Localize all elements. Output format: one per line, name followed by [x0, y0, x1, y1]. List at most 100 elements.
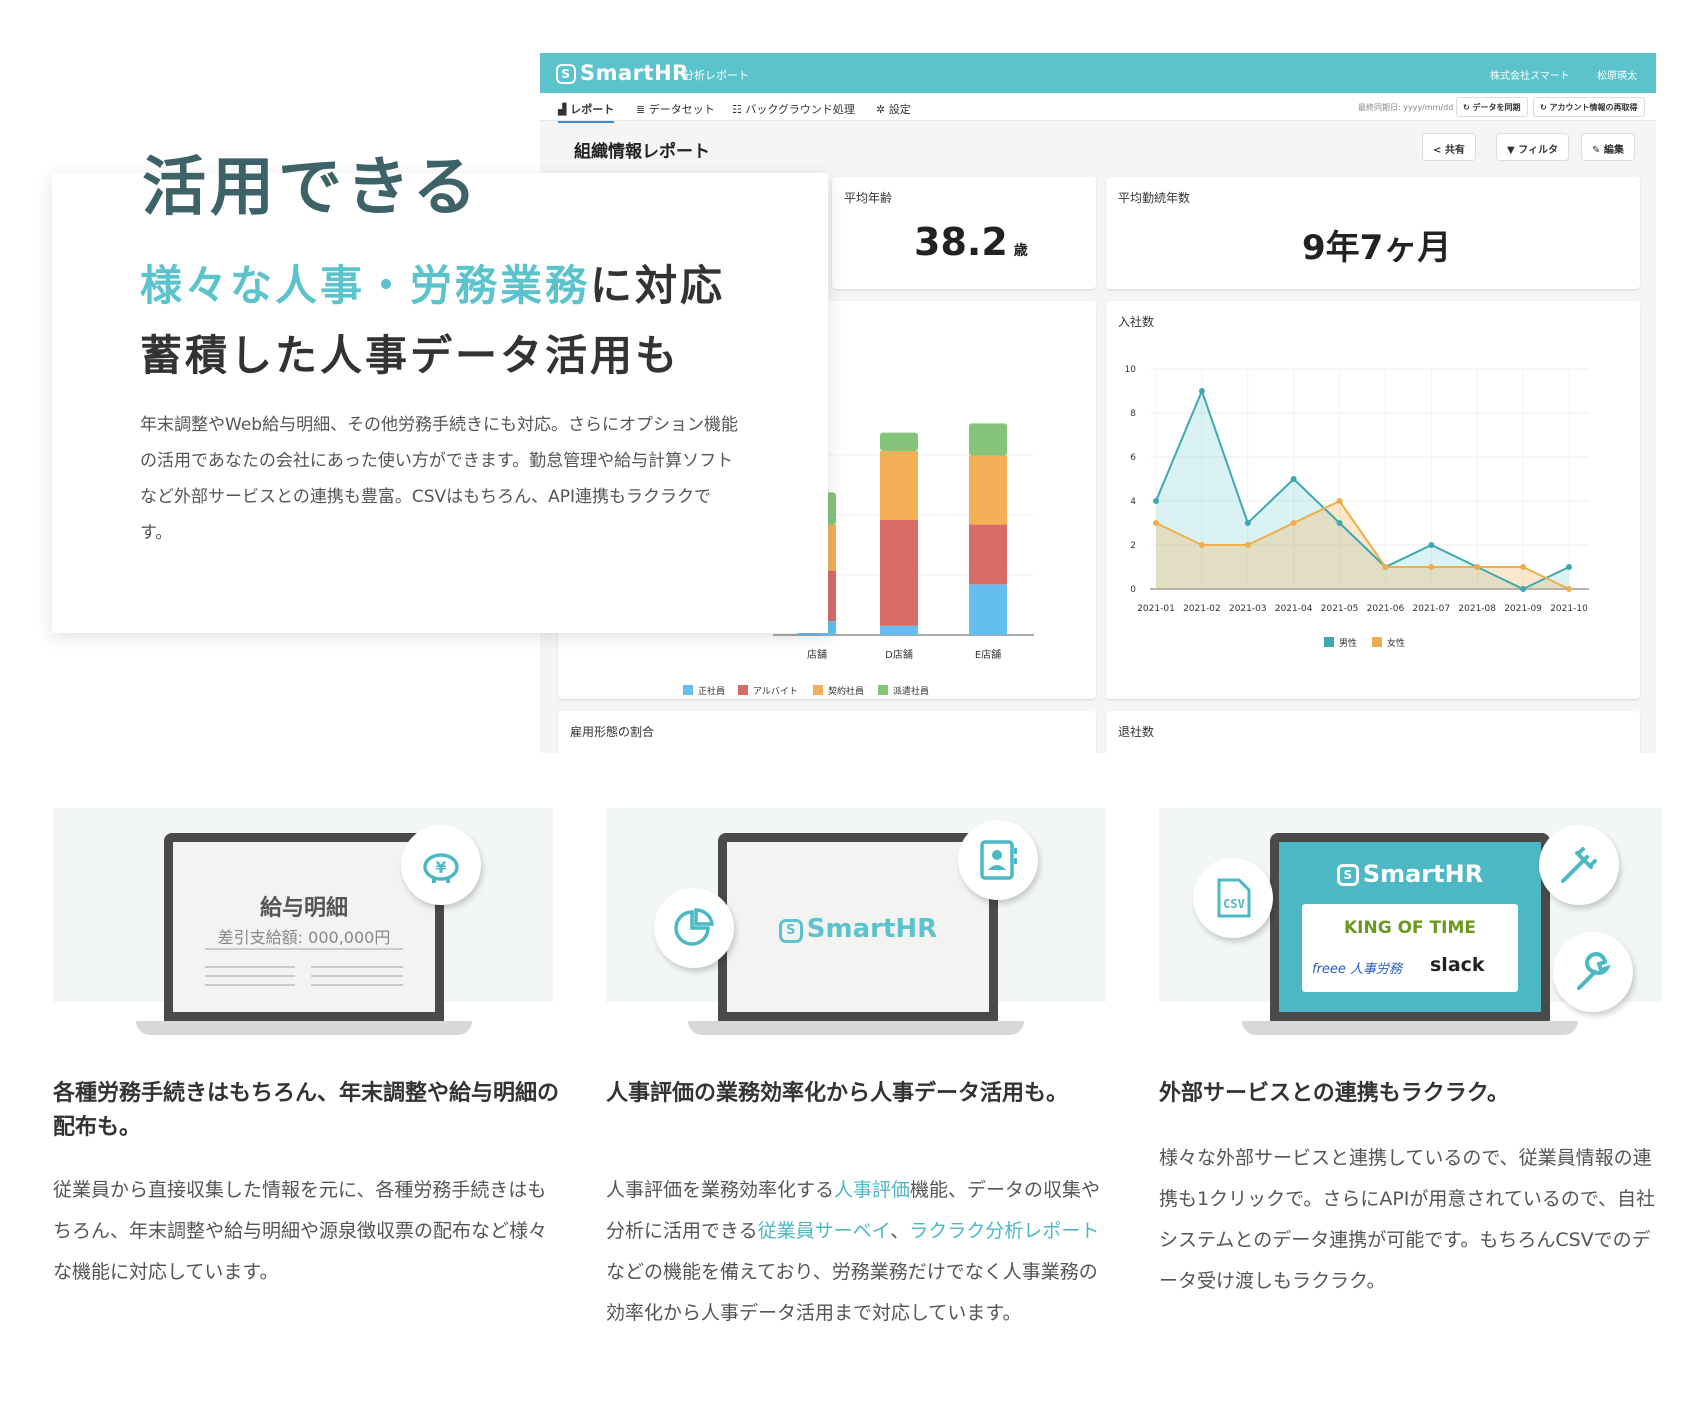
legend-label: 男性: [1339, 637, 1357, 649]
link-analytics-report[interactable]: ラクラク分析レポート: [909, 1220, 1099, 1242]
nav-tab-dataset[interactable]: ≣ データセット: [636, 101, 715, 117]
leavers-label: 退社数: [1118, 725, 1155, 739]
y-tick-label: 4: [1130, 497, 1136, 507]
feature-1-description: 従業員から直接収集した情報を元に、各種労務手続きはもちろん、年末調整や給与明細や…: [53, 1179, 548, 1283]
bar-segment: [880, 451, 918, 520]
x-tick-label: E店舗: [975, 648, 1001, 661]
legend-swatch: [878, 685, 888, 695]
filter-icon: ▼: [1507, 145, 1519, 156]
payslip-lines-right: [311, 966, 403, 968]
employment-ratio-label: 雇用形態の割合: [570, 725, 655, 739]
bar-segment: [969, 423, 1007, 456]
nav-tab-settings[interactable]: ✲ 設定: [876, 101, 911, 117]
y-tick-label: 6: [1130, 453, 1136, 463]
link-performance-review[interactable]: 人事評価: [834, 1179, 910, 1201]
avg-age-value: 38.2 歳: [914, 220, 1028, 264]
data-point: [1153, 498, 1159, 504]
x-tick-label: 2021-02: [1183, 604, 1221, 614]
x-tick-label: 店舗: [807, 648, 827, 661]
data-point: [1198, 388, 1205, 394]
company-name[interactable]: 株式会社スマート: [1490, 67, 1570, 82]
payslip-title: 給与明細: [259, 896, 348, 921]
data-point: [1474, 564, 1481, 570]
link-employee-survey[interactable]: 従業員サーベイ: [758, 1220, 891, 1242]
dashboard-nav: ▟ レポート ≣ データセット ☷ バックグラウンド処理 ✲ 設定 最終同期日:…: [540, 93, 1656, 123]
smarthr-logo-icon: S: [778, 919, 803, 943]
sync-date: 最終同期日: yyyy/mm/dd: [1358, 103, 1454, 112]
feature-1-title: 各種労務手続きはもちろん、年末調整や給与明細の配布も。: [53, 1081, 560, 1140]
x-tick-label: 2021-08: [1458, 604, 1496, 614]
legend-swatch: [683, 685, 693, 695]
feature-1-laptop-base: [136, 1021, 472, 1035]
y-tick-label: 2: [1130, 541, 1136, 551]
report-icon: ▟: [558, 103, 571, 116]
svg-text:¥: ¥: [435, 858, 446, 877]
gear-icon: ✲: [876, 103, 889, 116]
leavers-card: 退社数: [1106, 711, 1640, 753]
smarthr-screen-logo: S SmartHR: [1279, 860, 1541, 888]
x-tick-label: 2021-10: [1550, 604, 1588, 614]
x-tick-label: 2021-03: [1229, 604, 1267, 614]
bar-segment: [969, 524, 1007, 585]
smarthr-logo[interactable]: S SmartHR: [556, 61, 689, 85]
filter-button[interactable]: ▼ フィルタ: [1496, 133, 1569, 161]
payslip-lines-left: [205, 966, 295, 968]
data-point: [1336, 520, 1343, 526]
y-tick-label: 10: [1125, 365, 1137, 375]
employment-ratio-card: 雇用形態の割合: [558, 711, 1096, 753]
list-icon: ☷: [732, 103, 746, 116]
bar-segment: [969, 455, 1007, 525]
data-point: [1566, 564, 1572, 570]
bar-segment: [880, 520, 918, 626]
user-name[interactable]: 松原瑛太: [1597, 67, 1637, 82]
employee-card-icon: [980, 840, 1017, 880]
avg-age-card: 平均年齢 38.2 歳: [832, 177, 1096, 289]
feature-3-laptop-base: [1242, 1021, 1578, 1035]
pencil-icon: ✎: [1592, 145, 1604, 156]
data-point: [1290, 476, 1297, 482]
x-tick-label: 2021-04: [1275, 604, 1313, 614]
feature-2-laptop-screen: S SmartHR: [718, 833, 998, 1021]
hires-area-chart: 0 2 4 6 8 10 2021-01 2021-02 2021-03 2021-04 2021-…: [1125, 365, 1589, 649]
data-point: [1520, 564, 1527, 570]
y-tick-label: 8: [1130, 409, 1136, 419]
data-point: [1290, 520, 1297, 526]
feature-3-description: 様々な外部サービスと連携しているので、従業員情報の連携も1クリックで。さらにAP…: [1159, 1147, 1656, 1292]
refresh-icon: ↻: [1463, 103, 1473, 112]
plug-bubble: [1539, 825, 1619, 905]
legend-swatch: [813, 685, 823, 695]
feature-2-laptop-base: [688, 1021, 1024, 1035]
hero-description: 年末調整やWeb給与明細、その他労務手続きにも対応。さらにオプション機能の活用で…: [140, 415, 739, 543]
sync-button[interactable]: ↻ データを同期: [1456, 97, 1528, 117]
x-tick-label: 2021-05: [1321, 604, 1359, 614]
csv-bubble: CSV: [1193, 858, 1273, 938]
refresh-icon: ↻: [1540, 103, 1550, 112]
profile-bubble: [958, 820, 1038, 900]
legend-label: 正社員: [698, 685, 725, 697]
payslip-amount: 差引支給額: 000,000円: [217, 928, 391, 947]
x-tick-label: 2021-06: [1367, 604, 1405, 614]
avg-tenure-card: 平均勤続年数 9年7ヶ月: [1106, 177, 1640, 289]
refetch-account-button[interactable]: ↻ アカウント情報の再取得: [1533, 97, 1645, 117]
nav-tab-report[interactable]: ▟ レポート: [558, 101, 615, 123]
hero-headline-2: 蓄積した人事データ活用も: [140, 331, 681, 380]
legend-label: 契約社員: [828, 685, 864, 697]
data-point: [1198, 542, 1205, 548]
legend-swatch: [1372, 637, 1382, 647]
pie-chart-bubble: [654, 888, 734, 968]
hires-chart-card: 入社数 0 2 4 6 8 10 2021-01 2021-02 2021-03 2021-04 2…: [1106, 301, 1640, 699]
hero-headline-1: 様々な人事・労務業務に対応: [140, 261, 726, 310]
report-title: 組織情報レポート: [574, 142, 710, 162]
bar-segment: [880, 432, 918, 451]
edit-button[interactable]: ✎ 編集: [1581, 133, 1635, 161]
share-icon: <: [1433, 145, 1445, 156]
data-point: [1428, 542, 1435, 548]
share-button[interactable]: < 共有: [1422, 133, 1476, 161]
feature-2-title: 人事評価の業務効率化から人事データ活用も。: [606, 1081, 1069, 1106]
smarthr-logo-icon: S: [1336, 864, 1359, 886]
database-icon: ≣: [636, 103, 649, 116]
nav-tab-background[interactable]: ☷ バックグラウンド処理: [732, 101, 855, 117]
data-point: [1520, 586, 1527, 592]
slack-logo: slack: [1430, 954, 1485, 976]
freee-logo: freee 人事労務: [1312, 962, 1403, 977]
